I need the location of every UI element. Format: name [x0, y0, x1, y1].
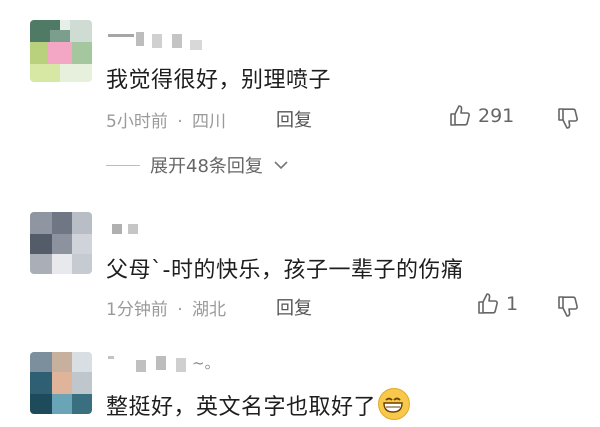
comment-meta: 1分钟前 · 湖北	[106, 295, 226, 320]
meta-separator: ·	[177, 112, 183, 132]
avatar[interactable]	[30, 20, 92, 82]
reply-button[interactable]: 回复	[276, 294, 312, 320]
expand-replies-button[interactable]: 展开48条回复	[106, 152, 289, 178]
avatar[interactable]	[30, 212, 92, 274]
like-button[interactable]: 291	[448, 104, 514, 128]
thumbs-down-icon	[556, 106, 580, 130]
like-count: 1	[506, 293, 519, 315]
thumbs-up-icon	[448, 104, 472, 128]
username-suffix: ~。	[192, 354, 220, 372]
comment-text-content: 整挺好，英文名字也取好了	[106, 395, 377, 420]
like-count: 291	[478, 105, 515, 127]
like-button[interactable]: 1	[476, 292, 518, 316]
comment-text: 我觉得很好，别理喷子	[106, 68, 332, 93]
dislike-button[interactable]	[556, 294, 580, 318]
chevron-down-icon	[273, 155, 289, 176]
dislike-button[interactable]	[556, 106, 580, 130]
avatar[interactable]	[30, 352, 92, 414]
timestamp: 1分钟前	[106, 300, 168, 320]
timestamp: 5小时前	[106, 112, 168, 132]
meta-separator: ·	[177, 300, 183, 320]
comment-meta: 5小时前 · 四川	[106, 107, 226, 132]
location: 四川	[192, 112, 227, 132]
thumbs-down-icon	[556, 294, 580, 318]
grinning-face-emoji	[378, 388, 411, 420]
reply-button[interactable]: 回复	[276, 106, 312, 132]
comment-text: 整挺好，英文名字也取好了	[106, 388, 411, 421]
location: 湖北	[192, 300, 227, 320]
comment-text: 父母`-时的快乐，孩子一辈子的伤痛	[106, 258, 464, 283]
thumbs-up-icon	[476, 292, 500, 316]
expand-divider	[106, 164, 140, 166]
expand-label: 展开48条回复	[150, 156, 263, 177]
